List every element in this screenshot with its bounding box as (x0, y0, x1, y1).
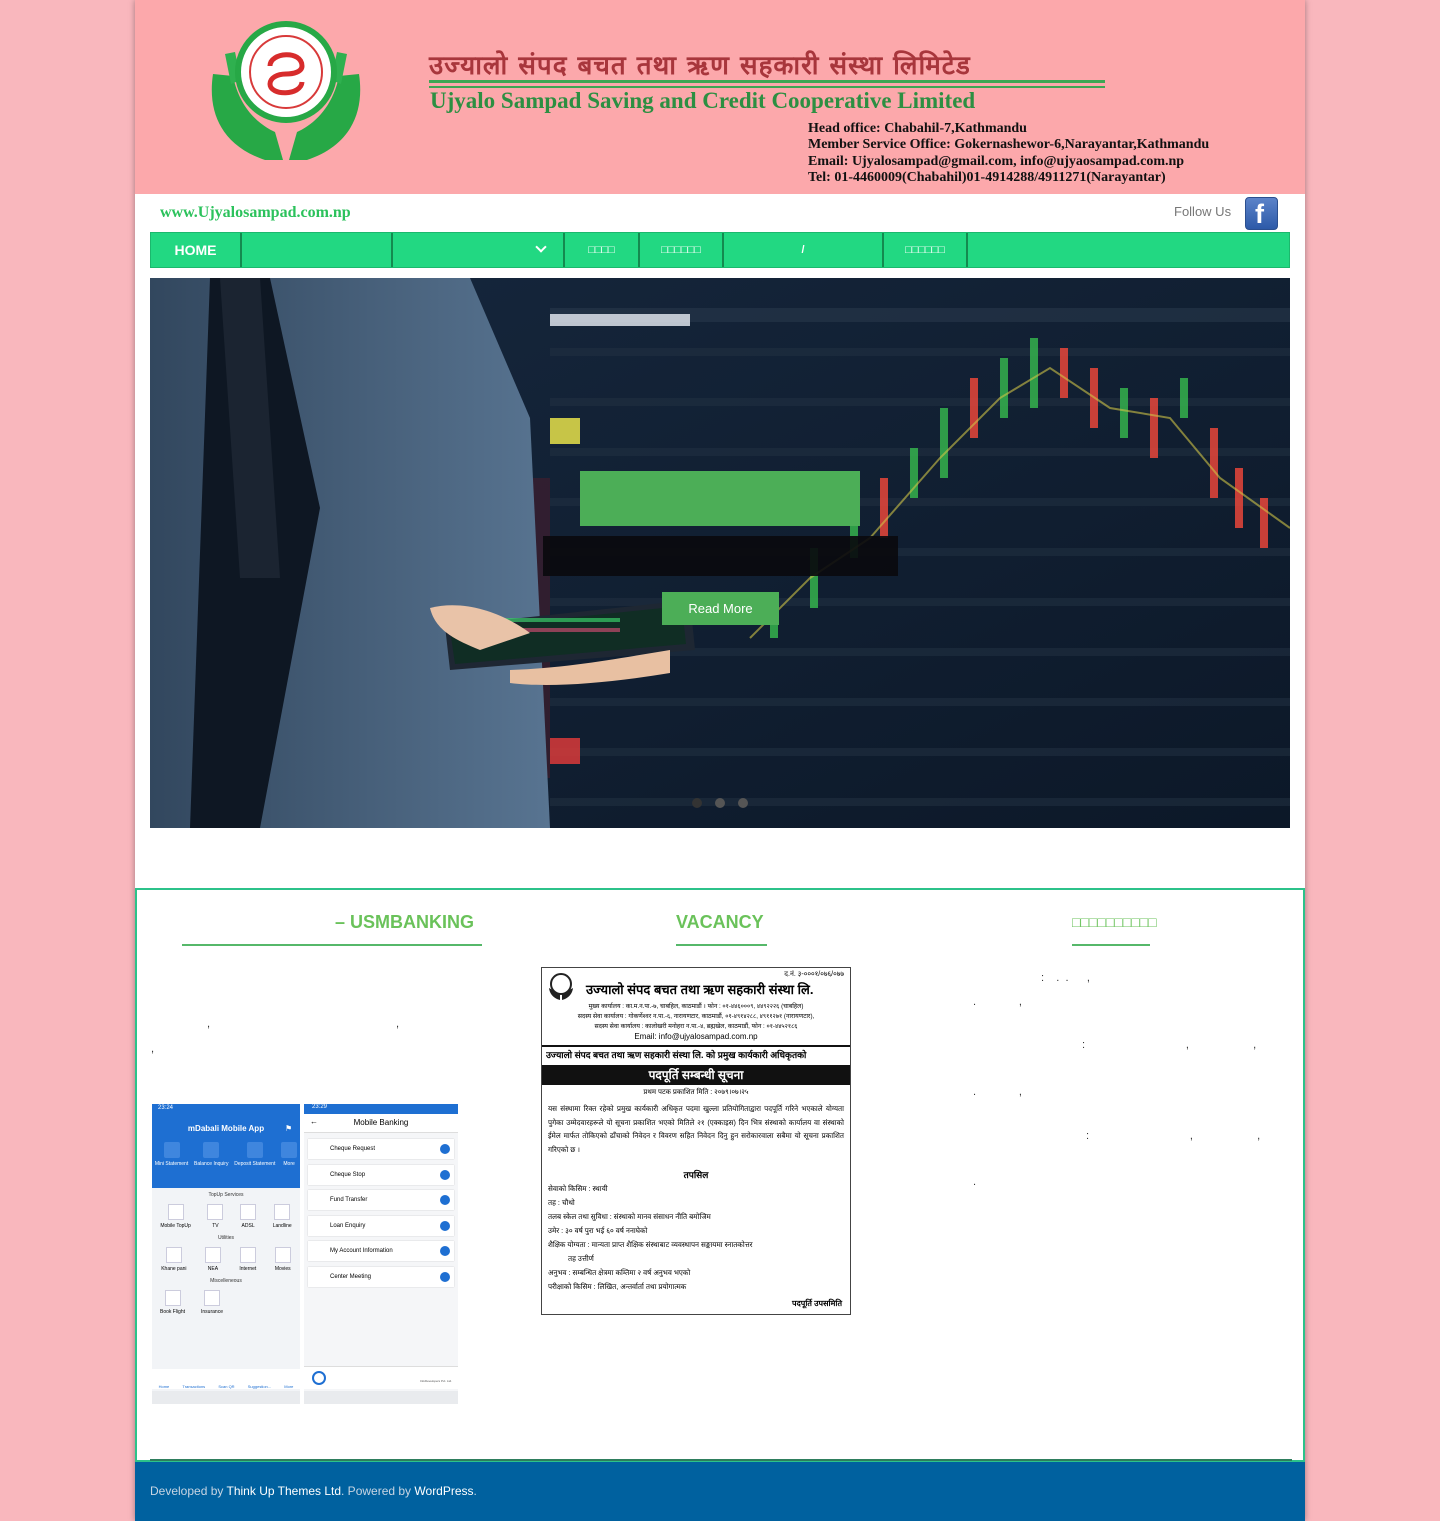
text-fragment: : . . , (1041, 972, 1090, 984)
misc-services: Book Flight Insurance (152, 1284, 300, 1315)
vacancy-title-underline (676, 944, 767, 946)
arrow-icon (440, 1220, 450, 1231)
site-url-link[interactable]: www.Ujyalosampad.com.np (160, 204, 351, 222)
menu-item[interactable]: Cheque Request (308, 1139, 454, 1159)
cooperative-logo (549, 973, 573, 1000)
read-more-button[interactable]: Read More (662, 592, 779, 625)
contact-block: Head office: Chabahil-7,Kathmandu Member… (808, 121, 1209, 186)
app-footer: InfoDevelopers Pvt. Ltd. (304, 1366, 458, 1389)
service-item[interactable]: TV (207, 1204, 224, 1229)
menu-item[interactable]: Cheque Stop (308, 1164, 454, 1185)
nav-item-home[interactable]: HOME (151, 233, 242, 267)
menu-item[interactable]: Center Meeting (308, 1266, 454, 1287)
system-nav-bar (152, 1391, 300, 1404)
mbanking-title-underline (182, 944, 482, 946)
nav-item-4[interactable]: □□□□ (565, 233, 640, 267)
app-logo-icon (312, 1371, 326, 1385)
nav-item-7[interactable]: □□□□□□ (884, 233, 968, 267)
service-item[interactable]: NEA (204, 1247, 221, 1272)
topup-services: Mobile TopUp TV ADSL Landline (152, 1198, 300, 1235)
facebook-icon[interactable]: f (1245, 197, 1278, 230)
app-title-bar: ← Mobile Banking (304, 1114, 458, 1133)
main-nav: HOME □□□□ □□□□□□ / □□□□□□ (150, 232, 1290, 268)
service-item[interactable]: ADSL (240, 1204, 257, 1229)
notice-title: □□□□□□□□□□ (1072, 914, 1157, 930)
arrow-icon (440, 1246, 450, 1257)
quick-action[interactable]: Mini Statement (155, 1142, 188, 1167)
arrow-icon (440, 1271, 450, 1282)
bottom-nav: Home Transactions Scan QR Suggestion... … (152, 1369, 300, 1389)
office-addresses: मुख्य कार्यालय : का.म.न.पा.-७, चाबहिल, क… (577, 1003, 815, 1041)
text-fragment: . , (973, 996, 1022, 1008)
service-item[interactable]: Book Flight (160, 1290, 185, 1315)
nav-item-3-dropdown[interactable] (393, 233, 565, 267)
follow-us-label: Follow Us (1174, 204, 1232, 219)
quick-action[interactable]: Deposit Statement (234, 1142, 275, 1167)
quick-actions: Mini Statement Balance Inquiry Deposit S… (152, 1142, 300, 1167)
quick-action[interactable]: More (281, 1142, 298, 1167)
arrow-icon (440, 1169, 450, 1180)
chevron-down-icon (535, 241, 547, 253)
mobile-banking-menu: Cheque Request Cheque Stop Fund Transfer… (304, 1133, 458, 1299)
slider-dot-2[interactable] (715, 798, 725, 808)
bell-icon[interactable]: ⚑ (285, 1124, 292, 1133)
nav-item-6[interactable]: / (724, 233, 884, 267)
app-header: 23:24 mDabali Mobile App ⚑ Mini Statemen… (152, 1104, 300, 1188)
utilities: Khane pani NEA Internet Movies (152, 1241, 300, 1278)
service-item[interactable]: Mobile TopUp (160, 1204, 191, 1229)
tel-text: Tel: 01-4460009(Chabahil)01-4914288/4911… (808, 169, 1166, 185)
top-bar: www.Ujyalosampad.com.np Follow Us f (135, 194, 1305, 232)
service-item[interactable]: Insurance (201, 1290, 223, 1315)
site-footer: Developed by Think Up Themes Ltd. Powere… (135, 1462, 1305, 1521)
text-fragment: : , , (1082, 1039, 1257, 1051)
quick-action[interactable]: Balance Inquiry (194, 1142, 228, 1167)
head-office: Head office: Chabahil-7,Kathmandu (808, 121, 1027, 136)
header-banner: उज्यालो संपद बचत तथा ऋण सहकारी संस्था लि… (135, 0, 1305, 194)
menu-item[interactable]: Loan Enquiry (308, 1215, 454, 1236)
menu-item[interactable]: My Account Information (308, 1241, 454, 1262)
notice-title-underline (1072, 944, 1150, 946)
text-fragment: . (973, 1176, 977, 1188)
mobile-app-screenshot-2[interactable]: 23:29 ← Mobile Banking Cheque Request Ch… (304, 1104, 458, 1404)
slide-subtitle (543, 536, 898, 576)
mobile-app-screenshot-1[interactable]: 23:24 mDabali Mobile App ⚑ Mini Statemen… (152, 1104, 300, 1404)
nav-item-2[interactable] (242, 233, 393, 267)
service-item[interactable]: Landline (273, 1204, 292, 1229)
service-item[interactable]: Khane pani (161, 1247, 187, 1272)
page: उज्यालो संपद बचत तथा ऋण सहकारी संस्था लि… (135, 0, 1305, 1521)
nav-item-5[interactable]: □□□□□□ (640, 233, 724, 267)
system-nav-bar (304, 1391, 458, 1404)
text-fragment: . , (973, 1086, 1022, 1098)
member-office: Member Service Office: Gokernashewor-6,N… (808, 137, 1210, 153)
footer-credits: Developed by Think Up Themes Ltd. Powere… (150, 1484, 477, 1498)
cooperative-logo[interactable] (205, 14, 367, 160)
service-item[interactable]: Movies (274, 1247, 291, 1272)
text-fragment: , (207, 1018, 211, 1030)
slide-title (580, 471, 860, 526)
title-underline (429, 80, 1105, 83)
text-fragment: : , , (1086, 1130, 1261, 1142)
developer-link[interactable]: Think Up Themes Ltd (227, 1484, 342, 1498)
vacancy-title: VACANCY (676, 912, 764, 932)
arrow-icon (440, 1195, 450, 1206)
service-item[interactable]: Internet (239, 1247, 256, 1272)
title-nepali: उज्यालो संपद बचत तथा ऋण सहकारी संस्था लि… (429, 51, 971, 81)
slider-dot-3[interactable] (738, 798, 748, 808)
email-text: Email: Ujyalosampad@gmail.com, info@ujya… (808, 153, 1185, 169)
vacancy-notice-image[interactable]: द.नं. ३-०००१/०७६/०७७ उज्यालो संपद बचत तथ… (541, 967, 851, 1315)
arrow-icon (440, 1144, 450, 1154)
footer-divider (150, 1459, 1292, 1461)
wordpress-link[interactable]: WordPress (414, 1484, 473, 1498)
menu-item[interactable]: Fund Transfer (308, 1190, 454, 1211)
text-fragment: , (151, 1043, 155, 1055)
slider-dot-1[interactable] (692, 798, 702, 808)
mbanking-title: – USMBANKING (335, 912, 475, 932)
hero-slider[interactable]: Read More (150, 278, 1290, 828)
text-fragment: , (396, 1018, 400, 1030)
vacancy-details: सेवाको किसिम : स्थायी तह : चौथो तलब स्के… (548, 1184, 753, 1291)
title-english: Ujyalo Sampad Saving and Credit Cooperat… (430, 88, 976, 113)
